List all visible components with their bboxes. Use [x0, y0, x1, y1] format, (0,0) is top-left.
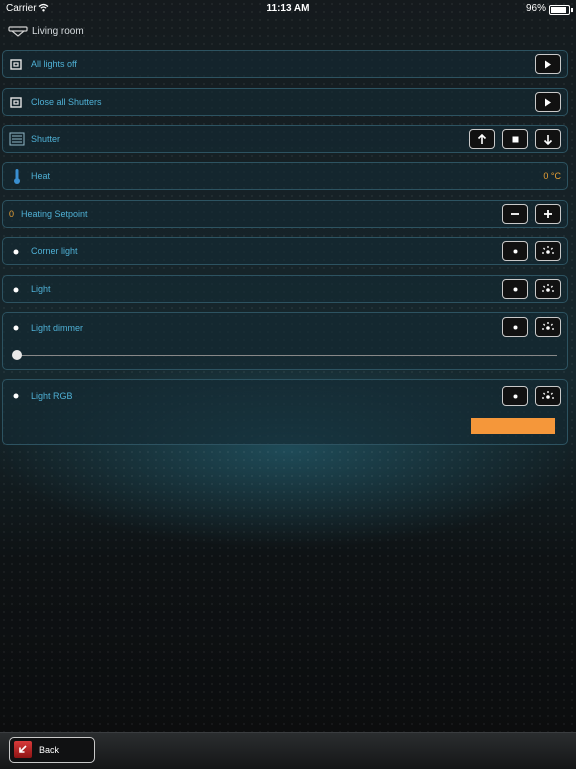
bulb-rays-icon	[542, 391, 554, 399]
shutter-stop-button[interactable]	[502, 129, 528, 149]
light-on-button[interactable]	[535, 241, 561, 261]
heat-label: Heat	[31, 171, 51, 181]
corner-light-label: Corner light	[31, 246, 78, 256]
thermometer-icon	[14, 169, 20, 184]
setpoint-decrease-button[interactable]	[502, 204, 528, 224]
bulb-rays-icon	[542, 322, 554, 330]
heating-setpoint-row: 0 Heating Setpoint	[2, 200, 568, 228]
room-icon	[8, 26, 28, 37]
shutter-down-button[interactable]	[535, 129, 561, 149]
plus-icon	[544, 210, 552, 218]
light-off-icon	[13, 325, 19, 331]
room-title: Living room	[32, 26, 84, 37]
bottom-toolbar: Back	[0, 732, 576, 769]
setpoint-value: 0	[9, 209, 15, 219]
scene-icon	[10, 59, 22, 70]
heat-row: Heat 0 °C	[2, 162, 568, 190]
arrow-up-icon	[477, 133, 487, 144]
bulb-rays-icon	[542, 246, 554, 254]
shutter-up-button[interactable]	[469, 129, 495, 149]
shutter-label: Shutter	[31, 134, 61, 144]
scene-all-lights-off: All lights off	[2, 50, 568, 78]
battery-icon	[549, 5, 573, 15]
back-label: Back	[39, 745, 60, 755]
stop-icon	[512, 136, 518, 142]
light-rgb-row: Light RGB	[2, 379, 568, 445]
light-off-icon	[13, 249, 19, 255]
light-off-icon	[13, 393, 19, 399]
play-icon	[545, 98, 551, 106]
light-row: Light	[2, 275, 568, 303]
setpoint-increase-button[interactable]	[535, 204, 561, 224]
play-icon	[545, 60, 551, 68]
color-picker-swatch[interactable]	[471, 418, 555, 434]
dot-icon	[513, 325, 517, 329]
clock: 11:13 AM	[266, 3, 310, 14]
dot-icon	[513, 249, 517, 253]
minus-icon	[511, 213, 519, 215]
light-dimmer-label: Light dimmer	[31, 323, 84, 333]
scene-label: All lights off	[31, 59, 77, 69]
run-scene-button[interactable]	[535, 54, 561, 74]
scene-icon	[10, 97, 22, 108]
light-off-icon	[13, 287, 19, 293]
shutter-icon	[9, 132, 25, 146]
bulb-rays-icon	[542, 284, 554, 292]
shutter-row: Shutter	[2, 125, 568, 153]
back-button[interactable]: Back	[9, 737, 95, 763]
light-dimmer-row: Light dimmer	[2, 312, 568, 370]
setpoint-label: Heating Setpoint	[21, 209, 88, 219]
scene-label: Close all Shutters	[31, 97, 102, 107]
battery-percent: 96%	[525, 3, 546, 14]
scene-close-shutters: Close all Shutters	[2, 88, 568, 116]
run-scene-button[interactable]	[535, 92, 561, 112]
light-off-button[interactable]	[502, 241, 528, 261]
light-on-button[interactable]	[535, 386, 561, 406]
temperature-value: 0 °C	[543, 171, 561, 181]
back-arrow-icon	[14, 741, 32, 758]
light-off-button[interactable]	[502, 279, 528, 299]
dimmer-slider-knob[interactable]	[12, 350, 22, 360]
dot-icon	[513, 394, 517, 398]
status-bar: Carrier 11:13 AM 96%	[0, 0, 576, 18]
arrow-down-icon	[543, 134, 553, 145]
light-on-button[interactable]	[535, 279, 561, 299]
light-on-button[interactable]	[535, 317, 561, 337]
dimmer-slider-track[interactable]	[17, 355, 557, 356]
dot-icon	[513, 287, 517, 291]
light-label: Light	[31, 284, 51, 294]
light-off-button[interactable]	[502, 386, 528, 406]
light-off-button[interactable]	[502, 317, 528, 337]
light-rgb-label: Light RGB	[31, 391, 73, 401]
corner-light-row: Corner light	[2, 237, 568, 265]
